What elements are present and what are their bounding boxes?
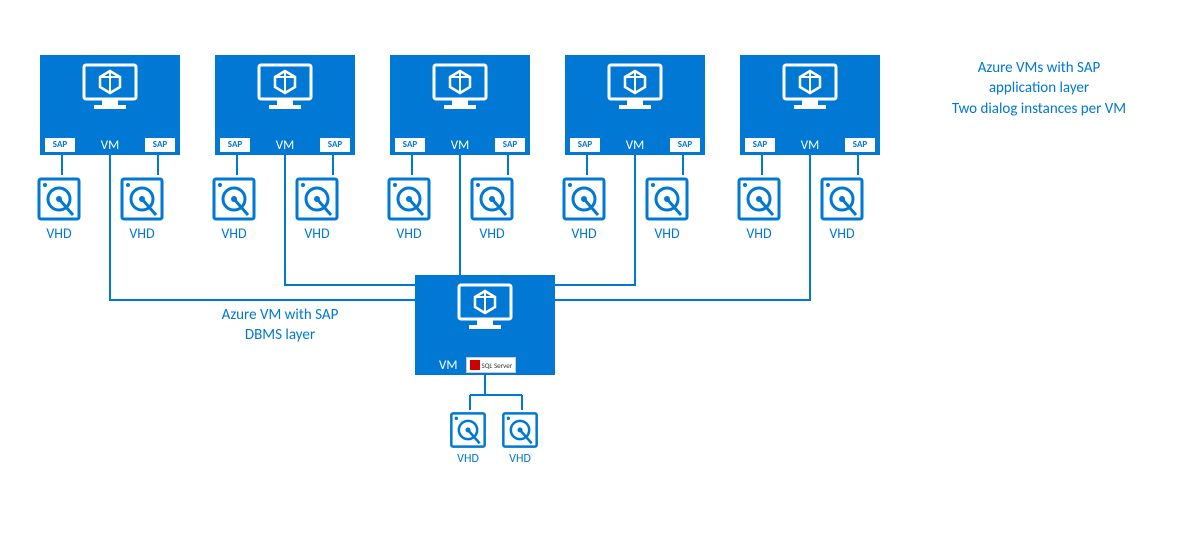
caption-line: DBMS layer bbox=[245, 326, 315, 344]
caption-line: application layer bbox=[989, 79, 1089, 97]
vm-monitor-icon bbox=[255, 63, 315, 118]
vhd-icon: VHD bbox=[643, 175, 691, 242]
caption-app-layer: Azure VMs with SAP application layer Two… bbox=[929, 58, 1149, 119]
app-vm-4: SAP VM SAP bbox=[565, 55, 705, 155]
vhd-label: VHD bbox=[829, 225, 854, 242]
sap-badge-left: SAP bbox=[744, 137, 776, 153]
dbms-vm: VM SQL Server bbox=[415, 275, 555, 375]
app-vm-2: SAP VM SAP bbox=[215, 55, 355, 155]
vhd-label: VHD bbox=[654, 225, 679, 242]
vhd-icon: VHD bbox=[35, 175, 83, 242]
sql-server-badge: SQL Server bbox=[466, 357, 517, 373]
caption-line: Azure VMs with SAP bbox=[978, 59, 1101, 77]
dbms-vhd-icon: VHD bbox=[448, 410, 488, 466]
app-vm-5: SAP VM SAP bbox=[740, 55, 880, 155]
sap-badge-right: SAP bbox=[844, 137, 876, 153]
sap-badge-right: SAP bbox=[144, 137, 176, 153]
app-vm-1: SAP VM SAP bbox=[40, 55, 180, 155]
vm-monitor-icon bbox=[80, 63, 140, 118]
vhd-icon: VHD bbox=[118, 175, 166, 242]
vm-label: VM bbox=[276, 138, 295, 153]
vm-monitor-icon bbox=[455, 283, 515, 338]
topology-diagram: SAP VM SAP SAP VM SAP SAP VM SAP SAP V bbox=[0, 0, 1199, 543]
vhd-label: VHD bbox=[457, 452, 479, 466]
vhd-label: VHD bbox=[746, 225, 771, 242]
dbms-vhd-icon: VHD bbox=[500, 410, 540, 466]
vm-label: VM bbox=[626, 138, 645, 153]
vhd-label: VHD bbox=[221, 225, 246, 242]
vm-label: VM bbox=[439, 358, 458, 373]
vhd-label: VHD bbox=[509, 452, 531, 466]
vhd-label: VHD bbox=[304, 225, 329, 242]
vm-label: VM bbox=[101, 138, 120, 153]
sap-badge-left: SAP bbox=[569, 137, 601, 153]
vm-monitor-icon bbox=[430, 63, 490, 118]
sap-badge-left: SAP bbox=[219, 137, 251, 153]
vm-label: VM bbox=[801, 138, 820, 153]
sql-server-text: SQL Server bbox=[482, 361, 513, 370]
vhd-label: VHD bbox=[46, 225, 71, 242]
sql-flag-icon bbox=[470, 360, 480, 370]
vm-label: VM bbox=[451, 138, 470, 153]
vm-monitor-icon bbox=[780, 63, 840, 118]
sap-badge-right: SAP bbox=[669, 137, 701, 153]
vhd-label: VHD bbox=[479, 225, 504, 242]
vhd-icon: VHD bbox=[210, 175, 258, 242]
vhd-label: VHD bbox=[396, 225, 421, 242]
vhd-icon: VHD bbox=[385, 175, 433, 242]
caption-line: Two dialog instances per VM bbox=[952, 100, 1126, 118]
vhd-icon: VHD bbox=[560, 175, 608, 242]
caption-dbms-layer: Azure VM with SAP DBMS layer bbox=[195, 305, 365, 346]
caption-line: Azure VM with SAP bbox=[222, 306, 339, 324]
vm-monitor-icon bbox=[605, 63, 665, 118]
sap-badge-left: SAP bbox=[394, 137, 426, 153]
app-vm-3: SAP VM SAP bbox=[390, 55, 530, 155]
vhd-label: VHD bbox=[571, 225, 596, 242]
sap-badge-left: SAP bbox=[44, 137, 76, 153]
sap-badge-right: SAP bbox=[494, 137, 526, 153]
vhd-icon: VHD bbox=[468, 175, 516, 242]
vhd-icon: VHD bbox=[818, 175, 866, 242]
vhd-label: VHD bbox=[129, 225, 154, 242]
sap-badge-right: SAP bbox=[319, 137, 351, 153]
vhd-icon: VHD bbox=[293, 175, 341, 242]
vhd-icon: VHD bbox=[735, 175, 783, 242]
